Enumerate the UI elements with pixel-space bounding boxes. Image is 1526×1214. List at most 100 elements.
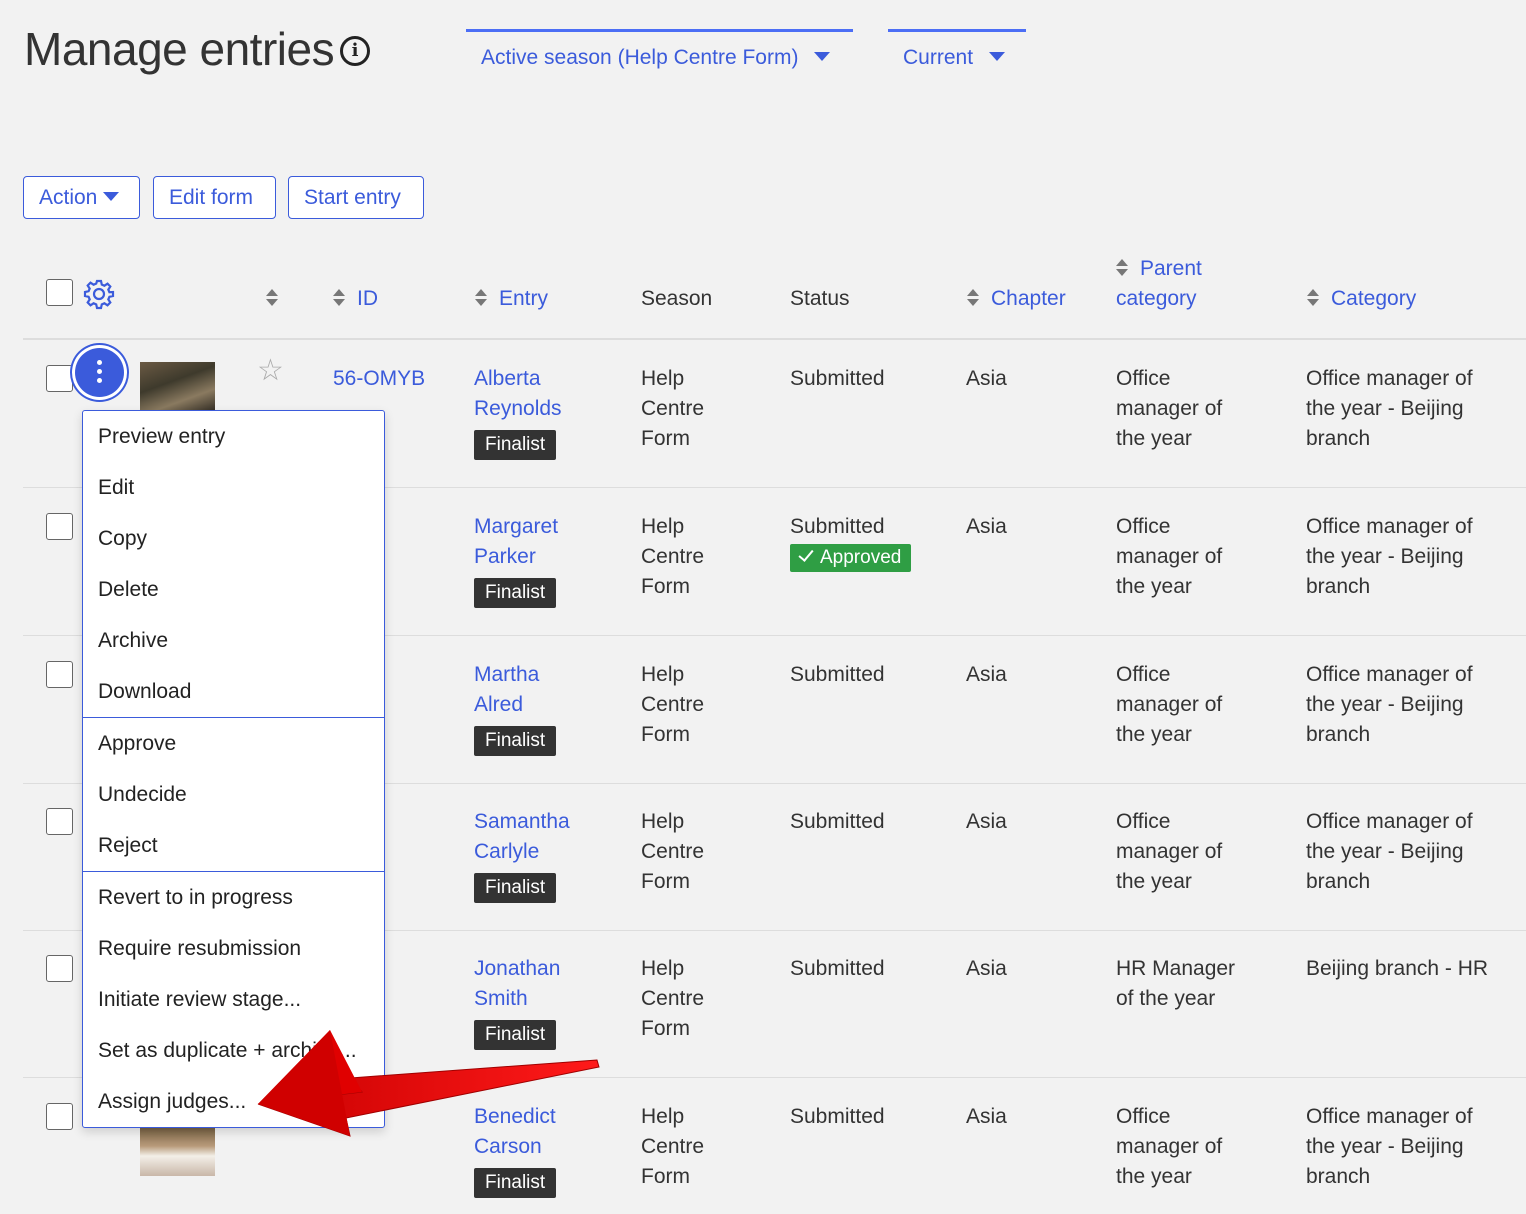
entry-name-cell: Alberta Reynolds Finalist — [474, 364, 562, 460]
season-line: Form — [641, 1165, 690, 1188]
menu-item-preview-entry[interactable]: Preview entry — [98, 422, 225, 452]
season-line: Centre — [641, 840, 705, 863]
sort-icon — [1307, 288, 1319, 307]
status-text: Submitted — [790, 663, 885, 686]
menu-item-assign-judges[interactable]: Assign judges... — [98, 1087, 246, 1117]
menu-item-archive[interactable]: Archive — [98, 626, 168, 656]
entry-name-line: Reynolds — [474, 397, 562, 420]
column-header-season: Season — [641, 287, 713, 310]
season-cell: Help Centre Form — [641, 512, 704, 602]
sort-icon — [967, 288, 979, 307]
menu-item-edit[interactable]: Edit — [98, 473, 134, 503]
entry-thumbnail[interactable] — [140, 362, 215, 412]
entry-id-link[interactable]: 56-OMYB — [333, 364, 425, 394]
menu-item-undecide[interactable]: Undecide — [98, 780, 187, 810]
season-line: Help — [641, 515, 685, 538]
approved-badge: Approved — [790, 544, 912, 572]
parent-category-line: manager of — [1116, 693, 1223, 716]
menu-item-require-resubmission[interactable]: Require resubmission — [98, 934, 301, 964]
favourite-sort[interactable] — [266, 284, 290, 314]
entry-name-line: Jonathan — [474, 957, 561, 980]
menu-item-approve[interactable]: Approve — [98, 729, 176, 759]
parent-category-cell: Office manager of the year — [1116, 807, 1222, 897]
season-filter-dropdown[interactable]: Active season (Help Centre Form) — [466, 29, 853, 85]
start-entry-button[interactable]: Start entry — [288, 176, 424, 219]
chapter-cell: Asia — [966, 663, 1007, 686]
status-cell: Submitted — [790, 807, 885, 837]
finalist-badge: Finalist — [474, 1168, 557, 1198]
entry-name-line: Smith — [474, 987, 528, 1010]
season-line: Centre — [641, 1135, 705, 1158]
season-line: Form — [641, 575, 690, 598]
parent-category-cell: Office manager of the year — [1116, 364, 1222, 454]
entry-thumbnail[interactable] — [140, 1126, 215, 1176]
menu-item-copy[interactable]: Copy — [98, 524, 147, 554]
entry-name-link[interactable]: Martha Alred — [474, 663, 539, 716]
gear-icon[interactable] — [83, 278, 115, 310]
chapter-cell: Asia — [966, 367, 1007, 390]
entry-name-line: Martha — [474, 663, 540, 686]
category-line: the year - Beijing — [1306, 693, 1464, 716]
action-button-label: Action — [39, 186, 98, 209]
menu-item-initiate-review-stage[interactable]: Initiate review stage... — [98, 985, 301, 1015]
entry-name-link[interactable]: Benedict Carson — [474, 1105, 556, 1158]
entry-name-link[interactable]: Margaret Parker — [474, 515, 558, 568]
entry-name-line: Carlyle — [474, 840, 540, 863]
parent-category-line: Office — [1116, 367, 1171, 390]
column-header-category[interactable]: Category — [1307, 284, 1416, 314]
category-line: Beijing branch - HR — [1306, 957, 1489, 980]
row-checkbox[interactable] — [46, 1103, 73, 1130]
chapter-cell: Asia — [966, 515, 1007, 538]
category-line: branch — [1306, 1165, 1371, 1188]
edit-form-button[interactable]: Edit form — [153, 176, 276, 219]
star-icon[interactable]: ☆ — [257, 356, 284, 386]
category-line: Office manager of — [1306, 810, 1473, 833]
parent-category-line: manager of — [1116, 1135, 1223, 1158]
action-button[interactable]: Action — [23, 176, 140, 219]
category-line: Office manager of — [1306, 1105, 1473, 1128]
entry-name-link[interactable]: Samantha Carlyle — [474, 810, 570, 863]
column-header-parent-category[interactable]: Parent category — [1116, 254, 1202, 314]
finalist-badge: Finalist — [474, 873, 557, 903]
parent-category-line: Office — [1116, 810, 1171, 833]
menu-item-set-as-duplicate[interactable]: Set as duplicate + archive... — [98, 1036, 357, 1066]
category-line: Office manager of — [1306, 367, 1473, 390]
parent-category-cell: Office manager of the year — [1116, 512, 1222, 602]
chapter-cell: Asia — [966, 1105, 1007, 1128]
sort-icon — [475, 288, 487, 307]
category-line: branch — [1306, 427, 1371, 450]
entry-name-link[interactable]: Jonathan Smith — [474, 957, 560, 1010]
row-checkbox[interactable] — [46, 955, 73, 982]
column-header-entry[interactable]: Entry — [475, 284, 548, 314]
column-header-parent-label-1: Parent — [1140, 257, 1202, 280]
row-checkbox[interactable] — [46, 365, 73, 392]
category-line: the year - Beijing — [1306, 840, 1464, 863]
view-filter-dropdown[interactable]: Current — [888, 29, 1026, 85]
row-actions-menu-button[interactable] — [75, 348, 124, 397]
parent-category-line: the year — [1116, 1165, 1192, 1188]
entry-name-line: Carson — [474, 1135, 542, 1158]
select-all-checkbox[interactable] — [46, 279, 73, 306]
menu-item-revert-to-in-progress[interactable]: Revert to in progress — [98, 883, 293, 913]
chevron-down-icon — [103, 192, 120, 202]
menu-item-delete[interactable]: Delete — [98, 575, 159, 605]
column-header-id[interactable]: ID — [333, 284, 378, 314]
row-checkbox[interactable] — [46, 808, 73, 835]
category-line: the year - Beijing — [1306, 1135, 1464, 1158]
season-cell: Help Centre Form — [641, 660, 704, 750]
chevron-down-icon — [989, 52, 1006, 62]
row-checkbox[interactable] — [46, 513, 73, 540]
column-header-id-label: ID — [357, 287, 378, 310]
category-line: the year - Beijing — [1306, 545, 1464, 568]
season-line: Centre — [641, 397, 705, 420]
menu-item-reject[interactable]: Reject — [98, 831, 158, 861]
row-checkbox[interactable] — [46, 661, 73, 688]
sort-icon — [333, 288, 345, 307]
menu-item-download[interactable]: Download — [98, 677, 191, 707]
column-header-chapter[interactable]: Chapter — [967, 284, 1066, 314]
entry-name-line: Alred — [474, 693, 524, 716]
entry-name-link[interactable]: Alberta Reynolds — [474, 367, 562, 420]
table-header: ID Entry Season Status Chapter Parent cat… — [23, 248, 1526, 340]
info-icon[interactable]: i — [340, 36, 370, 66]
category-cell: Office manager of the year - Beijing branc… — [1306, 512, 1473, 602]
